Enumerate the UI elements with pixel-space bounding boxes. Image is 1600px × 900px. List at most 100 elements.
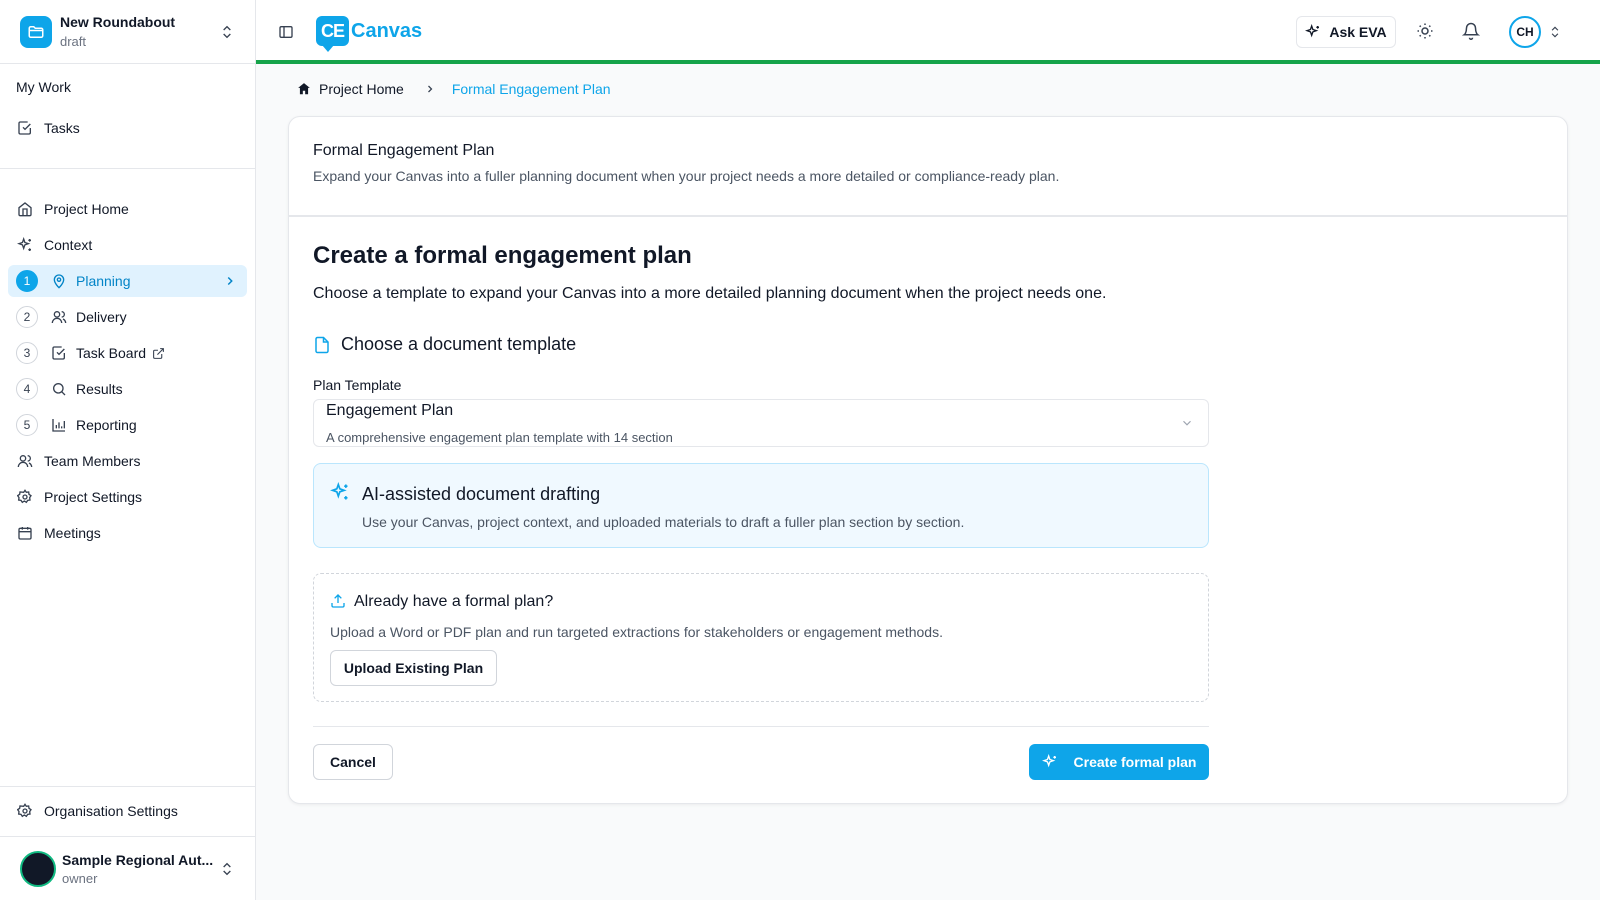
- chevrons-up-down-icon: [219, 861, 235, 877]
- check-square-icon: [51, 345, 67, 361]
- sidebar-item-label: Context: [44, 237, 93, 253]
- avatar: [20, 851, 56, 887]
- brand-mark: CE: [316, 16, 349, 52]
- step-planning[interactable]: 1 Planning: [8, 265, 247, 297]
- home-icon: [17, 201, 33, 217]
- file-icon: [313, 336, 331, 354]
- brand-name: Canvas: [351, 19, 423, 42]
- brand-logo[interactable]: CE Canvas: [316, 16, 423, 52]
- user-switcher[interactable]: Sample Regional Aut... owner: [0, 838, 255, 900]
- sidebar-item-label: Meetings: [44, 525, 101, 541]
- topbar: CE Canvas Ask EVA CH: [256, 0, 1600, 64]
- sun-icon[interactable]: [1416, 22, 1434, 40]
- step-number: 1: [16, 270, 38, 292]
- upload-icon: [330, 593, 346, 609]
- page-lead: Choose a template to expand your Canvas …: [313, 285, 1107, 302]
- breadcrumb: Project Home Formal Engagement Plan: [297, 81, 611, 97]
- sidebar-item-project-home[interactable]: Project Home: [8, 193, 247, 225]
- create-formal-plan-label: Create formal plan: [1073, 754, 1197, 770]
- step-number: 4: [16, 378, 38, 400]
- gear-icon: [17, 489, 33, 505]
- sparkles-icon: [17, 237, 33, 253]
- step-number: 3: [16, 342, 38, 364]
- ask-eva-button[interactable]: Ask EVA: [1296, 16, 1396, 48]
- map-pin-icon: [51, 273, 67, 289]
- sidebar-item-label: Project Home: [44, 201, 129, 217]
- chevron-right-icon: [223, 274, 237, 288]
- sidebar-item-meetings[interactable]: Meetings: [8, 517, 247, 549]
- sidebar-item-tasks[interactable]: Tasks: [8, 112, 247, 144]
- chevrons-up-down-icon[interactable]: [1548, 24, 1562, 40]
- ai-drafting-notice: AI-assisted document drafting Use your C…: [313, 463, 1209, 548]
- upload-plan-section: Already have a formal plan? Upload a Wor…: [313, 573, 1209, 702]
- search-icon: [51, 381, 67, 397]
- breadcrumb-current: Formal Engagement Plan: [451, 81, 611, 97]
- step-task-board[interactable]: 3 Task Board: [8, 337, 247, 369]
- my-work-label: My Work: [16, 79, 71, 95]
- sparkles-icon: [1041, 754, 1058, 770]
- step-label: Results: [76, 381, 123, 397]
- template-heading-label: Choose a document template: [341, 334, 577, 354]
- sidebar-item-label: Project Settings: [44, 489, 143, 505]
- formal-plan-card: Formal Engagement Plan Expand your Canva…: [288, 116, 1568, 804]
- select-value: Engagement Plan: [326, 402, 454, 419]
- bar-chart-icon: [51, 417, 67, 433]
- ask-eva-label: Ask EVA: [1329, 24, 1387, 40]
- divider: [0, 786, 255, 787]
- bell-icon[interactable]: [1462, 22, 1480, 40]
- project-name: New Roundabout: [60, 14, 176, 30]
- step-label: Reporting: [76, 417, 137, 433]
- users-icon: [17, 453, 33, 469]
- step-delivery[interactable]: 2 Delivery: [8, 301, 247, 333]
- divider: [313, 726, 1209, 727]
- folder-icon: [20, 15, 52, 48]
- divider: [0, 836, 255, 837]
- project-switcher[interactable]: New Roundabout draft: [0, 0, 255, 64]
- upload-plan-description: Upload a Word or PDF plan and run target…: [330, 624, 943, 640]
- step-label: Task Board: [76, 345, 147, 361]
- sidebar: New Roundabout draft My Work Tasks Proje…: [0, 0, 256, 900]
- organisation-name: Sample Regional Aut...: [62, 852, 214, 868]
- user-avatar-button[interactable]: CH: [1509, 16, 1541, 48]
- chevron-down-icon: [1180, 416, 1194, 430]
- template-section-heading: Choose a document template: [313, 334, 576, 355]
- breadcrumb-home-link[interactable]: Project Home: [319, 81, 404, 97]
- plan-template-select[interactable]: Engagement Plan A comprehensive engageme…: [313, 399, 1209, 447]
- external-link-icon: [152, 347, 165, 360]
- page-heading: Create a formal engagement plan: [313, 242, 692, 269]
- step-number: 2: [16, 306, 38, 328]
- step-reporting[interactable]: 5 Reporting: [8, 409, 247, 441]
- step-label: Delivery: [76, 309, 127, 325]
- home-icon: [297, 82, 311, 96]
- create-formal-plan-button[interactable]: Create formal plan: [1029, 744, 1209, 780]
- cancel-button[interactable]: Cancel: [313, 744, 393, 780]
- gear-icon: [17, 803, 33, 819]
- sidebar-item-label: Organisation Settings: [44, 803, 178, 819]
- calendar-icon: [17, 525, 33, 541]
- project-status: draft: [60, 34, 87, 49]
- sidebar-item-project-settings[interactable]: Project Settings: [8, 481, 247, 513]
- upload-plan-title: Already have a formal plan?: [354, 593, 554, 610]
- card-title: Formal Engagement Plan: [313, 142, 495, 159]
- divider: [0, 168, 255, 169]
- select-description: A comprehensive engagement plan template…: [326, 430, 673, 445]
- card-description: Expand your Canvas into a fuller plannin…: [313, 168, 1060, 184]
- upload-existing-plan-button[interactable]: Upload Existing Plan: [330, 650, 497, 686]
- sparkles-icon: [1305, 24, 1321, 40]
- sparkles-icon: [330, 482, 350, 502]
- sidebar-item-label: Tasks: [44, 120, 80, 136]
- chevrons-up-down-icon: [219, 24, 235, 40]
- sidebar-item-organisation-settings[interactable]: Organisation Settings: [8, 795, 247, 827]
- step-label: Planning: [76, 273, 131, 289]
- card-header: Formal Engagement Plan Expand your Canva…: [289, 117, 1567, 217]
- sidebar-item-context[interactable]: Context: [8, 229, 247, 261]
- step-results[interactable]: 4 Results: [8, 373, 247, 405]
- sidebar-item-team-members[interactable]: Team Members: [8, 445, 247, 477]
- sidebar-item-label: Team Members: [44, 453, 141, 469]
- plan-template-label: Plan Template: [313, 377, 402, 393]
- step-number: 5: [16, 414, 38, 436]
- user-role: owner: [62, 871, 98, 886]
- chevron-right-icon: [424, 83, 436, 95]
- check-square-icon: [17, 120, 33, 136]
- sidebar-toggle-icon[interactable]: [278, 24, 294, 40]
